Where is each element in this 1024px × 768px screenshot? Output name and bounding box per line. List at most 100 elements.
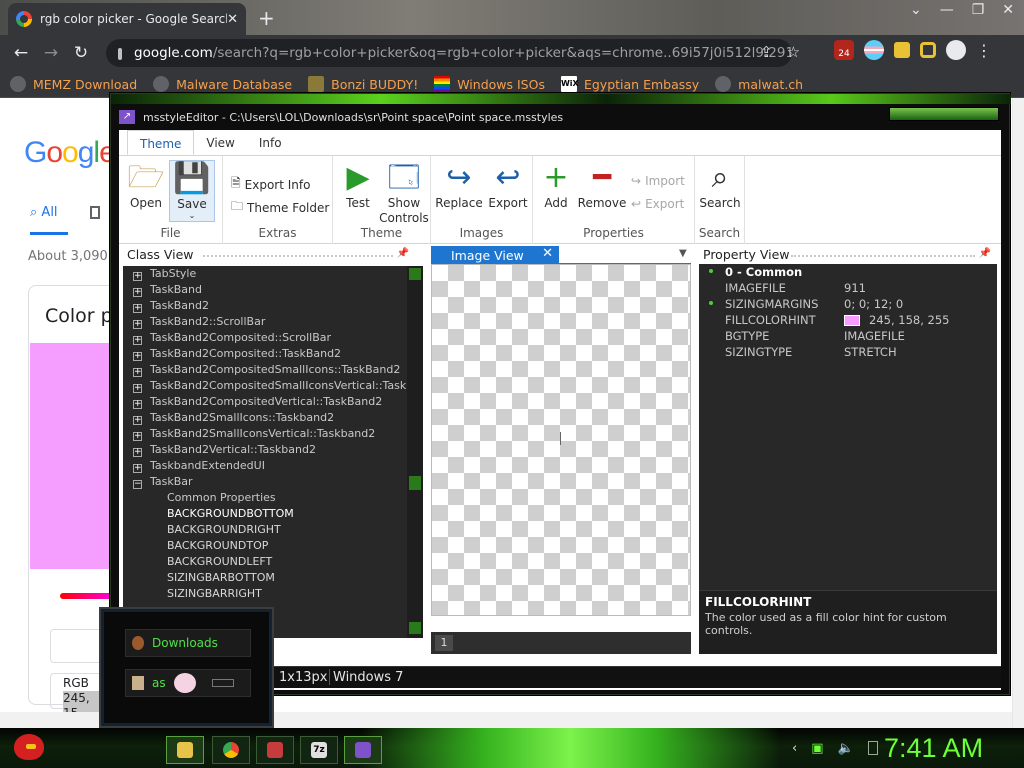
bookmark-item[interactable]: Windows ISOs [434,76,545,92]
expand-icon[interactable]: + [133,448,142,457]
images-tab-icon[interactable] [90,206,100,219]
search-tab-all[interactable]: ⌕ All [30,205,58,220]
bookmark-item[interactable]: Malware Database [153,76,292,92]
remove-button[interactable]: ━ Remove [577,160,627,210]
tab-close-icon[interactable]: ✕ [227,12,238,27]
flag-extension-icon[interactable] [864,40,884,60]
expand-icon[interactable]: + [133,384,142,393]
class-tree-child[interactable]: BACKGROUNDLEFT [123,554,272,570]
class-tree-item[interactable]: + TaskBand2CompositedSmallIconsVertical::… [123,378,407,394]
tab-theme[interactable]: Theme [127,130,195,155]
menu-dots-icon[interactable]: ⋮ [976,41,992,60]
collapse-icon[interactable]: − [133,480,142,489]
replace-button[interactable]: ↪ Replace [435,160,483,210]
expand-icon[interactable]: + [133,288,142,297]
theme-folder-button[interactable]: 🗀 Theme Folder [231,197,329,218]
tab-info[interactable]: Info [247,130,294,155]
class-tree-item[interactable]: + TaskbandExtendedUI [123,458,265,474]
volume-icon[interactable]: 🔈 [838,741,854,756]
class-tree-item[interactable]: + TaskBand2Vertical::Taskband2 [123,442,316,458]
class-tree-item[interactable]: + TaskBand2Composited::TaskBand2 [123,346,341,362]
test-button[interactable]: ▶ Test [335,160,381,210]
export-image-button[interactable]: ↩ Export [485,160,531,210]
tab-view[interactable]: View [194,130,246,155]
class-tree-item[interactable]: + TaskBand2 [123,298,209,314]
class-tree-item[interactable]: + TaskBand2SmallIcons::Taskband2 [123,410,334,426]
forward-icon[interactable]: → [36,43,66,63]
bookmark-item[interactable]: MEMZ Download [10,76,137,92]
expand-icon[interactable]: + [133,368,142,377]
expand-icon[interactable]: + [133,432,142,441]
taskbar-clock[interactable]: 7:41 AM [884,733,983,764]
expand-icon[interactable]: + [133,272,142,281]
ublock-icon[interactable]: 24 [834,40,854,60]
class-tree-scrollbar[interactable] [407,266,423,638]
import-button[interactable]: ↪ Import [631,174,685,188]
jump-list-item[interactable]: as [125,669,251,697]
property-value[interactable]: STRETCH [844,345,897,359]
class-tree-item[interactable]: + TaskBand2CompositedVertical::TaskBand2 [123,394,382,410]
expand-icon[interactable]: + [133,320,142,329]
search-button[interactable]: ⌕ Search [697,160,743,210]
back-icon[interactable]: ← [6,43,36,63]
taskbar-explorer-button[interactable] [166,736,204,764]
bookmark-star-icon[interactable]: ☆ [787,43,800,61]
close-icon[interactable]: ✕ [1002,2,1014,18]
expand-icon[interactable]: + [133,336,142,345]
window-caption-buttons[interactable] [889,107,999,121]
taskbar-app-button[interactable] [256,736,294,764]
scroll-thumb[interactable] [409,476,421,490]
taskbar-7zip-button[interactable]: 7z [300,736,338,764]
start-button[interactable] [8,728,44,766]
class-tree-child[interactable]: Common Properties [123,490,276,506]
chevron-down-icon[interactable]: ⌄ [170,211,214,220]
chevron-down-icon[interactable]: ⌄ [910,2,922,18]
new-tab-button[interactable]: + [258,6,275,30]
expand-icon[interactable]: + [133,416,142,425]
jump-list-item[interactable]: Downloads [125,629,251,657]
expand-icon[interactable]: + [133,304,142,313]
pin-icon[interactable]: 📌 [397,248,409,259]
class-tree-child[interactable]: BACKGROUNDBOTTOM [123,506,294,522]
scroll-down-icon[interactable] [409,622,421,634]
class-tree-item[interactable]: + TaskBand [123,282,202,298]
show-desktop-icon[interactable] [867,741,878,755]
minimize-icon[interactable]: — [940,2,954,18]
expand-icon[interactable]: + [133,352,142,361]
bookmark-item[interactable]: Bonzi BUDDY! [308,76,418,92]
image-page-button[interactable]: 1 [435,635,453,651]
tab-dropdown-icon[interactable]: ▼ [679,248,687,259]
image-canvas[interactable] [431,264,691,616]
property-name[interactable]: FILLCOLORHINT [725,313,816,327]
bookmark-item[interactable]: malwat.ch [715,76,803,92]
network-icon[interactable]: ▣ [811,741,823,756]
share-icon[interactable]: ⇪ [760,43,773,61]
save-button[interactable]: 💾 Save ⌄ [169,160,215,222]
add-button[interactable]: + Add [533,160,579,210]
class-tree-child[interactable]: BACKGROUNDTOP [123,538,268,554]
color-swatch[interactable] [844,315,860,326]
open-button[interactable]: 🗁 Open [123,160,169,210]
tray-chevron-icon[interactable]: ‹ [792,741,797,756]
side-panel-icon[interactable] [920,42,936,58]
puzzle-extensions-icon[interactable] [894,42,910,58]
google-logo[interactable]: Google [24,136,116,170]
close-icon[interactable]: ✕ [542,246,553,261]
expand-icon[interactable]: + [133,400,142,409]
property-value[interactable]: 245, 158, 255 [869,313,949,327]
pin-icon[interactable]: 📌 [979,248,991,259]
property-name[interactable]: BGTYPE [725,329,769,343]
pin-bar-icon[interactable] [211,679,234,687]
show-controls-button[interactable]: 🗔 Show Controls [379,160,429,226]
export-property-button[interactable]: ↩ Export [631,197,684,211]
taskbar-msstyle-button[interactable] [344,736,382,764]
profile-avatar-icon[interactable] [946,40,966,60]
class-tree-child[interactable]: SIZINGBARRIGHT [123,586,262,602]
class-tree-item[interactable]: + TabStyle [123,266,196,282]
restore-icon[interactable]: ❐ [972,2,985,18]
color-swatch-area[interactable] [30,343,116,569]
browser-tab[interactable]: rgb color picker - Google Search ✕ [8,3,246,35]
property-value[interactable]: IMAGEFILE [844,329,905,343]
page-vertical-scrollbar[interactable] [1012,98,1024,728]
property-value[interactable]: 0; 0; 12; 0 [844,297,903,311]
